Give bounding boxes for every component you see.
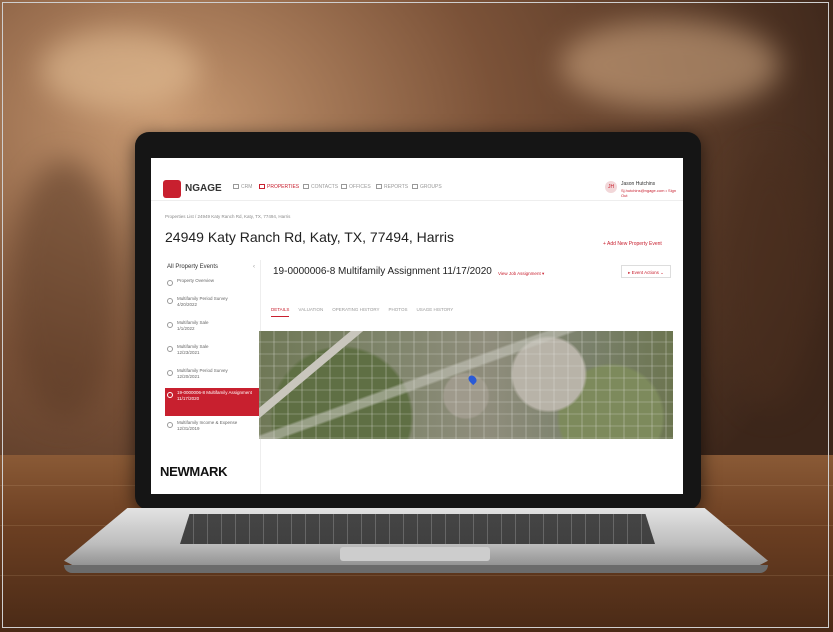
user-name: Jason Hutchins xyxy=(621,181,656,187)
sidebar-item-date: 4/20/2022 xyxy=(177,302,198,307)
event-actions-button[interactable]: ▸ Event Actions ⌄ xyxy=(621,265,671,278)
bokeh-light xyxy=(40,30,200,110)
building-icon xyxy=(259,184,265,190)
laptop-edge xyxy=(64,565,768,573)
tab-details[interactable]: DETAILS xyxy=(271,307,290,317)
sidebar-item-date: 11/17/2020 xyxy=(177,396,200,401)
add-property-event-button[interactable]: + Add New Property Event xyxy=(603,241,662,247)
sidebar-item-label: Multifamily Sale xyxy=(177,320,209,325)
view-job-assignment-link[interactable]: View Job Assignment ▾ xyxy=(498,271,544,277)
wood-grain xyxy=(0,575,833,576)
map-parcels xyxy=(259,331,673,439)
sidebar-item-event-active[interactable]: 19-0000006-8 Multifamily Assignment 11/1… xyxy=(165,388,260,416)
tab-photos[interactable]: PHOTOS xyxy=(389,307,408,316)
sidebar-item-label: Multifamily Sale xyxy=(177,344,209,349)
report-icon xyxy=(376,184,382,190)
page-title: 24949 Katy Ranch Rd, Katy, TX, 77494, Ha… xyxy=(165,229,454,245)
newmark-logo: NEWMARK xyxy=(160,464,228,479)
event-icon xyxy=(167,422,173,428)
office-icon xyxy=(341,184,347,190)
group-icon xyxy=(412,184,418,190)
nav-reports[interactable]: REPORTS xyxy=(376,184,408,190)
bokeh-shadow xyxy=(720,150,820,410)
nav-properties[interactable]: PROPERTIES xyxy=(259,184,299,190)
nav-groups[interactable]: GROUPS xyxy=(412,184,442,190)
nav-offices[interactable]: OFFICES xyxy=(341,184,371,190)
property-events-sidebar: All Property Events ‹ Property Overview … xyxy=(165,260,261,494)
event-icon xyxy=(167,322,173,328)
event-tabs: DETAILS VALUATION OPERATING HISTORY PHOTOS U… xyxy=(271,298,462,317)
user-sign-out[interactable]: Sj.hutchins@ngage.com • Sign Out xyxy=(621,188,683,198)
sidebar-item-event[interactable]: Multifamily Income & Expense 12/31/2019 xyxy=(165,418,260,440)
nav-label: GROUPS xyxy=(420,184,442,190)
sidebar-item-date: 12/31/2019 xyxy=(177,426,200,431)
breadcrumb[interactable]: Properties List / 24949 Katy Ranch Rd, K… xyxy=(165,214,290,219)
nav-label: PROPERTIES xyxy=(267,184,300,190)
laptop-keyboard xyxy=(180,514,655,544)
sidebar-title: All Property Events xyxy=(167,264,219,270)
overview-icon xyxy=(167,280,173,286)
bokeh-shadow xyxy=(10,160,120,420)
event-icon xyxy=(167,346,173,352)
tab-usage-history[interactable]: USAGE HISTORY xyxy=(416,307,453,316)
event-icon xyxy=(167,370,173,376)
sidebar-item-event[interactable]: Multifamily Sale 1/1/2022 xyxy=(165,318,260,340)
laptop-screen: NGAGE CRM PROPERTIES CONTACTS OFFICES RE… xyxy=(151,158,683,494)
nav-crm[interactable]: CRM xyxy=(233,184,252,190)
sidebar-item-event[interactable]: Multifamily Period Survey 12/20/2021 xyxy=(165,366,260,388)
satellite-map[interactable] xyxy=(259,331,673,439)
sidebar-item-event[interactable]: Multifamily Period Survey 4/20/2022 xyxy=(165,294,260,316)
collapse-chevron-icon[interactable]: ‹ xyxy=(253,264,255,270)
home-icon xyxy=(233,184,239,190)
sidebar-item-label: Multifamily Period Survey xyxy=(177,368,228,373)
sidebar-item-label: Property Overview xyxy=(177,278,215,283)
sidebar-item-date: 12/23/2021 xyxy=(177,350,200,355)
nav-label: OFFICES xyxy=(349,184,371,190)
app-logo-text: NGAGE xyxy=(185,183,222,194)
sidebar-item-label: Multifamily Income & Expense xyxy=(177,420,238,425)
sidebar-item-event[interactable]: Multifamily Sale 12/23/2021 xyxy=(165,342,260,364)
nav-contacts[interactable]: CONTACTS xyxy=(303,184,338,190)
event-icon xyxy=(167,298,173,304)
bokeh-light xyxy=(560,20,780,110)
nav-label: CONTACTS xyxy=(311,184,339,190)
nav-label: REPORTS xyxy=(384,184,409,190)
event-icon xyxy=(167,392,173,398)
nav-label: CRM xyxy=(241,184,253,190)
ngage-logo-icon xyxy=(163,180,181,198)
assignment-title: 19-0000006-8 Multifamily Assignment 11/1… xyxy=(273,266,492,277)
sidebar-item-date: 12/20/2021 xyxy=(177,374,200,379)
tab-valuation[interactable]: VALUATION xyxy=(298,307,323,316)
sidebar-item-label: 19-0000006-8 Multifamily Assignment xyxy=(177,390,253,395)
sidebar-item-date: 1/1/2022 xyxy=(177,326,195,331)
top-nav-bar: NGAGE CRM PROPERTIES CONTACTS OFFICES RE… xyxy=(151,158,683,201)
tab-operating-history[interactable]: OPERATING HISTORY xyxy=(332,307,379,316)
laptop-trackpad xyxy=(340,547,490,561)
person-icon xyxy=(303,184,309,190)
sidebar-item-label: Multifamily Period Survey xyxy=(177,296,228,301)
avatar[interactable]: JH xyxy=(605,181,617,193)
